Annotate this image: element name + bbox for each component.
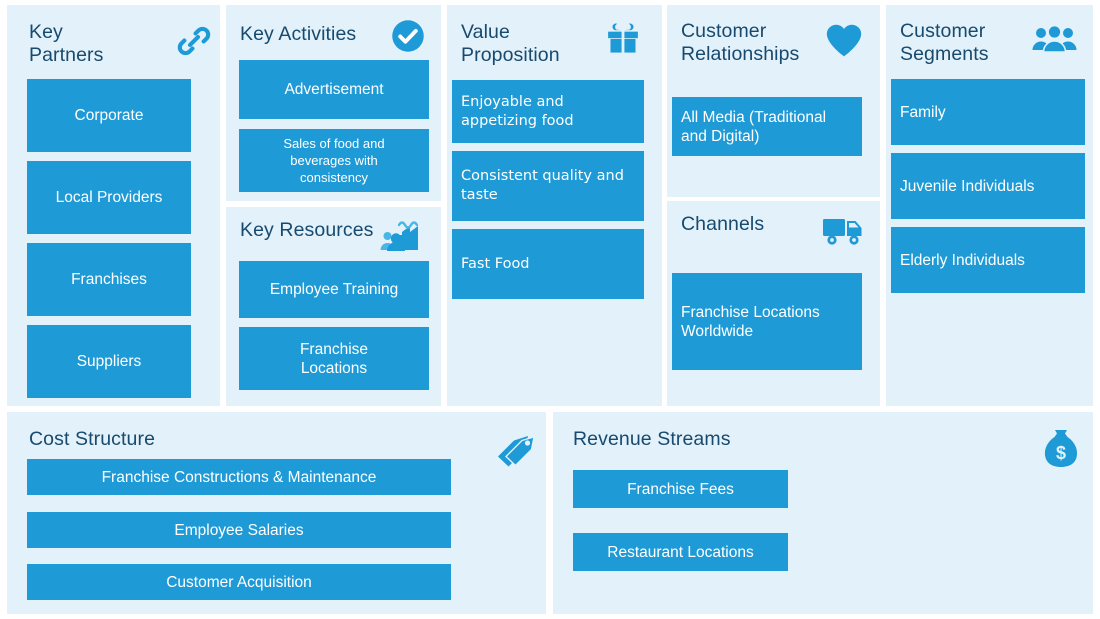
channels-title: Channels [681,213,765,235]
card-label: Suppliers [76,353,142,370]
card-label: Enjoyable and appetizing food [461,93,574,129]
card-label: Employee Salaries [174,521,304,539]
customer-segments-card[interactable]: Family [891,79,1085,145]
price-tag-icon [494,432,538,474]
card-label: Advertisement [284,81,384,98]
key-partners-title: Key Partners [29,21,104,66]
key-partners-card[interactable]: Corporate [27,79,191,152]
card-label: Family [900,103,946,121]
key-partners-card[interactable]: Suppliers [27,325,191,398]
heart-icon [824,22,864,58]
key-resources-card[interactable]: Franchise Locations [239,327,429,390]
link-icon [175,22,213,60]
cost-structure-title: Cost Structure [29,428,156,450]
card-label: Restaurant Locations [607,543,754,561]
card-label: Elderly Individuals [900,251,1025,269]
customer-segments-card[interactable]: Elderly Individuals [891,227,1085,293]
channels-card[interactable]: Franchise Locations Worldwide [672,273,862,370]
key-activities-card[interactable]: Sales of food and beverages with consist… [239,129,429,192]
revenue-streams-card[interactable]: Restaurant Locations [573,533,788,571]
value-proposition-card[interactable]: Fast Food [452,229,644,299]
business-model-canvas: Key Partners Corporate Local Providers F… [0,0,1100,619]
card-label: Franchise Locations [299,340,369,377]
key-activities-title: Key Activities [240,23,357,45]
truck-icon [822,215,864,249]
revenue-streams-title: Revenue Streams [573,428,731,450]
block-key-resources: Key Resources Employee Training Franchis… [226,207,441,406]
card-label: Franchise Locations Worldwide [681,303,820,340]
check-circle-icon [390,18,426,54]
block-customer-segments: Customer Segments Family Juvenile Indivi… [886,5,1093,406]
customer-segments-card[interactable]: Juvenile Individuals [891,153,1085,219]
block-cost-structure: Cost Structure Franchise Constructions &… [7,412,546,614]
customer-relationships-title: Customer Relationships [681,20,800,65]
card-label: Franchise Fees [627,480,734,498]
money-bag-icon: $ [1041,426,1081,470]
value-proposition-card[interactable]: Enjoyable and appetizing food [452,80,644,143]
factory-people-icon [378,214,422,254]
card-label: Juvenile Individuals [900,177,1035,195]
card-label: Franchises [71,271,147,288]
value-proposition-card[interactable]: Consistent quality and taste [452,151,644,221]
card-label: Local Providers [55,189,163,206]
svg-text:$: $ [1056,443,1066,463]
cost-structure-card[interactable]: Employee Salaries [27,512,451,548]
key-resources-card[interactable]: Employee Training [239,261,429,318]
key-partners-card[interactable]: Franchises [27,243,191,316]
card-label: Consistent quality and taste [461,168,624,203]
cost-structure-card[interactable]: Customer Acquisition [27,564,451,600]
cost-structure-card[interactable]: Franchise Constructions & Maintenance [27,459,451,495]
key-resources-title: Key Resources [240,219,374,241]
revenue-streams-card[interactable]: Franchise Fees [573,470,788,508]
card-label: All Media (Traditional and Digital) [681,108,827,145]
card-label: Fast Food [461,255,530,272]
customer-segments-title: Customer Segments [900,20,989,65]
people-group-icon [1032,24,1078,56]
key-partners-card[interactable]: Local Providers [27,161,191,234]
block-key-partners: Key Partners Corporate Local Providers F… [7,5,220,406]
block-key-activities: Key Activities Advertisement Sales of fo… [226,5,441,201]
key-activities-card[interactable]: Advertisement [239,60,429,119]
card-label: Customer Acquisition [166,573,312,591]
card-label: Corporate [74,107,144,124]
block-customer-relationships: Customer Relationships All Media (Tradit… [667,5,880,197]
card-label: Employee Training [269,281,399,298]
block-revenue-streams: Revenue Streams $ Franchise Fees Restaur… [553,412,1093,614]
card-label: Franchise Constructions & Maintenance [101,468,377,486]
block-value-proposition: Value Proposition Enjoyable and appetizi… [447,5,662,406]
gift-icon [603,19,643,57]
block-channels: Channels Franchise Locations Worldwide [667,201,880,406]
customer-relationships-card[interactable]: All Media (Traditional and Digital) [672,97,862,156]
card-label: Sales of food and beverages with consist… [283,136,385,185]
value-proposition-title: Value Proposition [461,21,560,66]
